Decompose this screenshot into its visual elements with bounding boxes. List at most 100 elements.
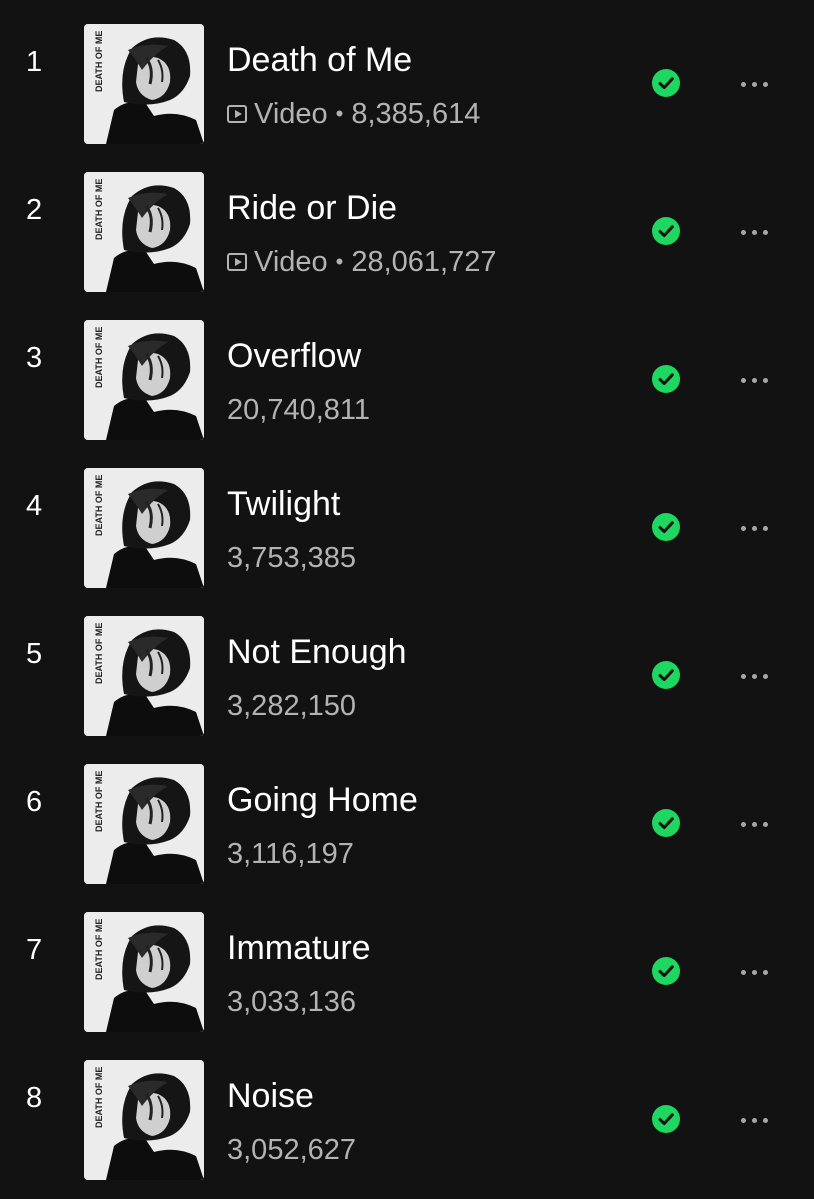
track-meta: 3,116,197 <box>227 834 354 874</box>
more-options-button[interactable] <box>730 656 778 696</box>
track-row-4[interactable]: 4 DEATH OF ME Twilight 3,753,385 <box>0 444 814 592</box>
more-options-icon-dot <box>762 229 768 235</box>
more-options-icon-dot <box>740 969 746 975</box>
track-number: 3 <box>26 342 43 374</box>
album-cover-art: DEATH OF ME <box>84 24 204 144</box>
track-title: Death of Me <box>227 41 413 79</box>
track-number: 8 <box>26 1082 43 1114</box>
more-options-icon-dot <box>740 81 746 87</box>
track-row-5[interactable]: 5 DEATH OF ME Not Enough 3,282,150 <box>0 592 814 740</box>
track-meta: 3,753,385 <box>227 538 356 578</box>
album-cover-art: DEATH OF ME <box>84 172 204 292</box>
cover-art-text: DEATH OF ME <box>94 327 104 388</box>
more-options-icon-dot <box>762 525 768 531</box>
track-number: 6 <box>26 786 43 818</box>
album-cover-art: DEATH OF ME <box>84 616 204 736</box>
track-list: 1 DEATH OF ME Death of Me Video • 8,385,61… <box>0 0 814 1199</box>
cover-portrait-icon: DEATH OF ME <box>84 764 204 884</box>
track-meta: 3,033,136 <box>227 982 356 1022</box>
check-circle-icon[interactable] <box>652 217 680 245</box>
more-options-icon-dot <box>762 377 768 383</box>
video-label: Video <box>254 98 328 130</box>
more-options-button[interactable] <box>730 508 778 548</box>
cover-art-text: DEATH OF ME <box>94 771 104 832</box>
more-options-icon-dot <box>762 673 768 679</box>
track-meta: 20,740,811 <box>227 390 370 430</box>
track-title: Overflow <box>227 337 362 375</box>
more-options-button[interactable] <box>730 64 778 104</box>
track-number: 1 <box>26 46 43 78</box>
more-options-button[interactable] <box>730 952 778 992</box>
track-number: 7 <box>26 934 43 966</box>
play-count: 20,740,811 <box>227 394 370 426</box>
more-options-icon-dot <box>740 377 746 383</box>
more-options-icon-dot <box>751 673 757 679</box>
track-row-8[interactable]: 8 DEATH OF ME Noise 3,052,627 <box>0 1036 814 1184</box>
more-options-icon-dot <box>740 525 746 531</box>
more-options-button[interactable] <box>730 804 778 844</box>
track-meta: Video • 8,385,614 <box>227 94 480 134</box>
more-options-icon-dot <box>751 969 757 975</box>
track-title: Ride or Die <box>227 189 398 227</box>
track-row-2[interactable]: 2 DEATH OF ME Ride or Die Video • 28,061,7… <box>0 148 814 296</box>
play-count: 3,282,150 <box>227 690 357 722</box>
more-options-button[interactable] <box>730 360 778 400</box>
track-title: Twilight <box>227 485 341 523</box>
cover-art-text: DEATH OF ME <box>94 1067 104 1128</box>
more-options-icon-dot <box>762 821 768 827</box>
track-row-6[interactable]: 6 DEATH OF ME Going Home 3,116,197 <box>0 740 814 888</box>
track-row-1[interactable]: 1 DEATH OF ME Death of Me Video • 8,385,61… <box>0 0 814 148</box>
cover-art-text: DEATH OF ME <box>94 179 104 240</box>
cover-portrait-icon: DEATH OF ME <box>84 24 204 144</box>
check-circle-icon[interactable] <box>652 957 680 985</box>
more-options-icon-dot <box>740 673 746 679</box>
more-options-button[interactable] <box>730 1100 778 1140</box>
play-count: 3,033,136 <box>227 986 357 1018</box>
track-title: Immature <box>227 929 371 967</box>
track-title: Noise <box>227 1077 314 1115</box>
cover-portrait-icon: DEATH OF ME <box>84 1060 204 1180</box>
more-options-icon-dot <box>740 821 746 827</box>
track-title: Going Home <box>227 781 418 819</box>
video-icon <box>227 253 247 271</box>
cover-art-text: DEATH OF ME <box>94 623 104 684</box>
cover-portrait-icon: DEATH OF ME <box>84 912 204 1032</box>
more-options-icon-dot <box>740 1117 746 1123</box>
album-cover-art: DEATH OF ME <box>84 320 204 440</box>
video-icon <box>227 105 247 123</box>
album-cover-art: DEATH OF ME <box>84 764 204 884</box>
check-circle-icon[interactable] <box>652 365 680 393</box>
cover-portrait-icon: DEATH OF ME <box>84 172 204 292</box>
album-cover-art: DEATH OF ME <box>84 912 204 1032</box>
check-circle-icon[interactable] <box>652 513 680 541</box>
track-number: 4 <box>26 490 43 522</box>
video-label: Video <box>254 246 328 278</box>
more-options-button[interactable] <box>730 212 778 252</box>
cover-art-text: DEATH OF ME <box>94 919 104 980</box>
track-row-3[interactable]: 3 DEATH OF ME Overflow 20,740,811 <box>0 296 814 444</box>
more-options-icon-dot <box>751 525 757 531</box>
track-title: Not Enough <box>227 633 407 671</box>
more-options-icon-dot <box>751 821 757 827</box>
check-circle-icon[interactable] <box>652 1105 680 1133</box>
track-row-7[interactable]: 7 DEATH OF ME Immature 3,033,136 <box>0 888 814 1036</box>
meta-separator: • <box>335 101 344 126</box>
meta-separator: • <box>335 249 344 274</box>
more-options-icon-dot <box>762 969 768 975</box>
cover-portrait-icon: DEATH OF ME <box>84 616 204 736</box>
more-options-icon-dot <box>751 81 757 87</box>
play-count: 3,052,627 <box>227 1134 357 1166</box>
play-count: 3,116,197 <box>227 838 354 870</box>
check-circle-icon[interactable] <box>652 661 680 689</box>
cover-art-text: DEATH OF ME <box>94 475 104 536</box>
track-meta: 3,052,627 <box>227 1130 356 1170</box>
check-circle-icon[interactable] <box>652 69 680 97</box>
track-meta: 3,282,150 <box>227 686 356 726</box>
play-count: 8,385,614 <box>351 98 481 130</box>
more-options-icon-dot <box>751 377 757 383</box>
album-cover-art: DEATH OF ME <box>84 1060 204 1180</box>
more-options-icon-dot <box>751 229 757 235</box>
play-count: 28,061,727 <box>351 246 497 278</box>
more-options-icon-dot <box>762 1117 768 1123</box>
check-circle-icon[interactable] <box>652 809 680 837</box>
